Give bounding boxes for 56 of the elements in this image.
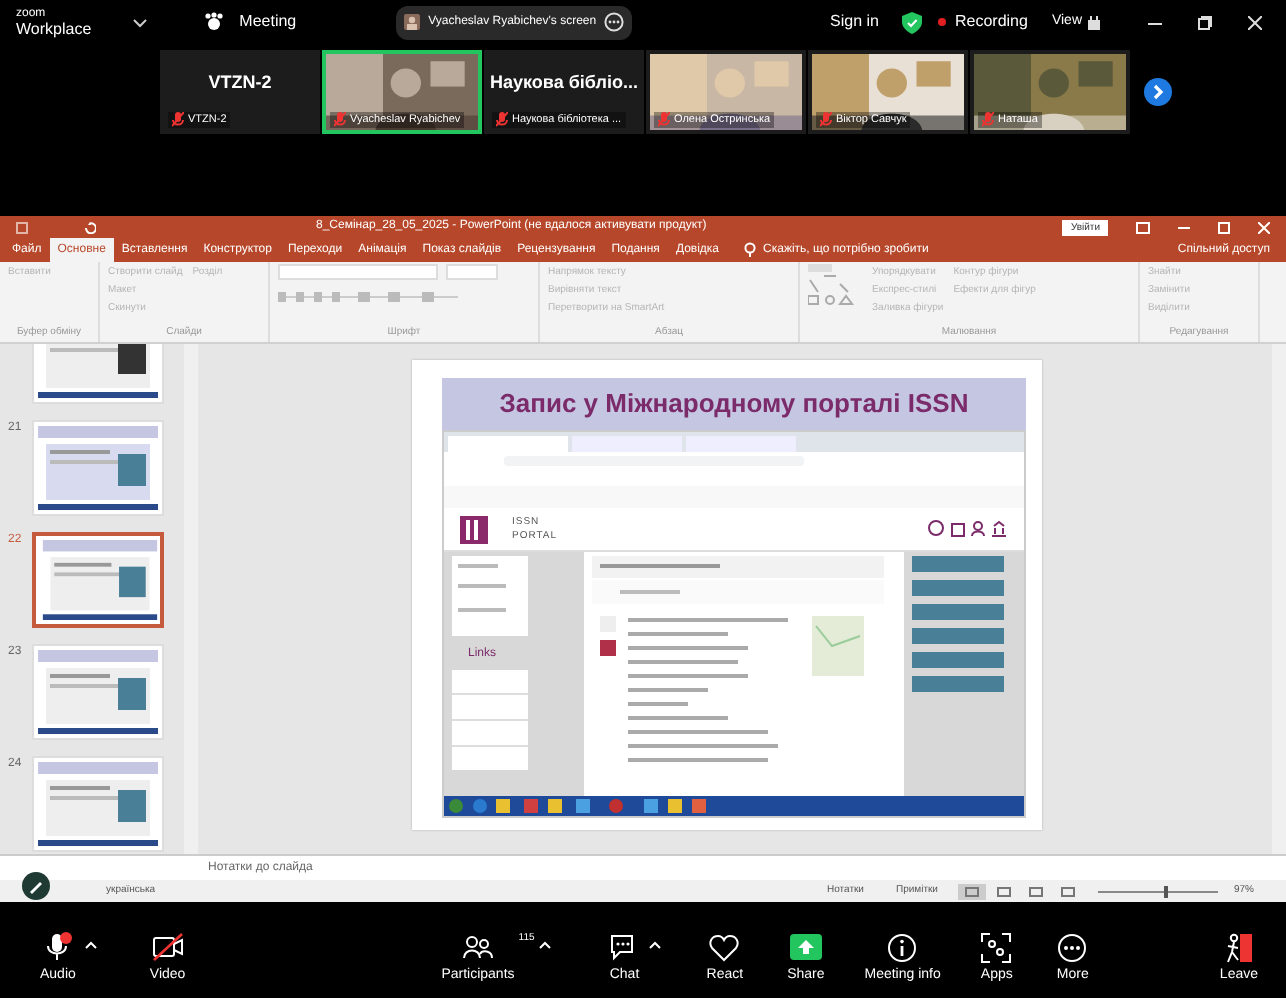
more-icon (1056, 931, 1089, 964)
issn-logo-icon (460, 515, 488, 543)
font-name-field[interactable] (278, 264, 438, 280)
paw-icon (203, 12, 224, 32)
caret-icon[interactable] (648, 940, 663, 950)
restore-icon[interactable] (1198, 15, 1212, 29)
shield-icon (902, 11, 923, 33)
ribbon-options-icon[interactable] (1136, 221, 1150, 233)
heart-icon (708, 931, 741, 964)
slide-title: Запис у Міжнародному порталі ISSN (442, 378, 1026, 430)
brand-name: Workplace (16, 22, 92, 36)
pencil-icon[interactable] (22, 871, 50, 899)
view-buttons-drawing (957, 883, 1078, 899)
meeting-title: Meeting (239, 10, 297, 34)
scrollbar[interactable] (1272, 344, 1286, 854)
apps-icon (980, 931, 1013, 964)
shapes-gallery-drawing (808, 264, 856, 308)
participant-name: VTZN-2 (208, 70, 272, 97)
more-icon[interactable] (604, 12, 625, 32)
close-icon[interactable] (1248, 15, 1262, 29)
muted-mic-icon (334, 111, 346, 128)
lightbulb-icon (743, 242, 756, 258)
muted-mic-icon (496, 111, 508, 128)
chevron-icon[interactable] (131, 15, 148, 29)
recording-dot-icon (938, 18, 947, 26)
avatar-icon (404, 14, 421, 30)
zoom-slider-drawing[interactable] (1097, 885, 1218, 897)
identifiers-list-drawing (452, 556, 528, 636)
maximize-icon[interactable] (1218, 221, 1230, 233)
recording-label: Recording (954, 10, 1028, 34)
caret-icon[interactable] (83, 940, 98, 950)
portal-menu-icons-drawing (928, 520, 1008, 538)
muted-mic-icon (41, 931, 74, 964)
scrollbar[interactable] (184, 344, 198, 854)
muted-mic-icon (820, 111, 832, 128)
people-icon (461, 931, 494, 964)
info-icon (886, 931, 919, 964)
sign-in-link[interactable]: Sign in (830, 10, 879, 34)
participant-name: Наукова бібліо... (490, 70, 638, 97)
next-page-icon[interactable] (1144, 78, 1172, 106)
share-screen-icon (789, 931, 822, 964)
caret-icon[interactable] (538, 940, 553, 950)
leave-icon (1222, 931, 1255, 964)
muted-mic-icon (982, 111, 994, 128)
redo-icon[interactable] (84, 221, 96, 233)
slide-preview-drawing (40, 540, 160, 620)
video-off-icon (151, 931, 184, 964)
slide-thumbnail[interactable] (32, 532, 164, 628)
slide-preview-drawing (38, 650, 158, 734)
font-size-field[interactable] (446, 264, 498, 280)
action-buttons-drawing (912, 556, 1004, 692)
muted-mic-icon (172, 111, 184, 128)
slide-preview-drawing (38, 426, 158, 510)
links-list-drawing (452, 670, 528, 770)
muted-mic-icon (658, 111, 670, 128)
slide-preview-drawing (38, 762, 158, 846)
